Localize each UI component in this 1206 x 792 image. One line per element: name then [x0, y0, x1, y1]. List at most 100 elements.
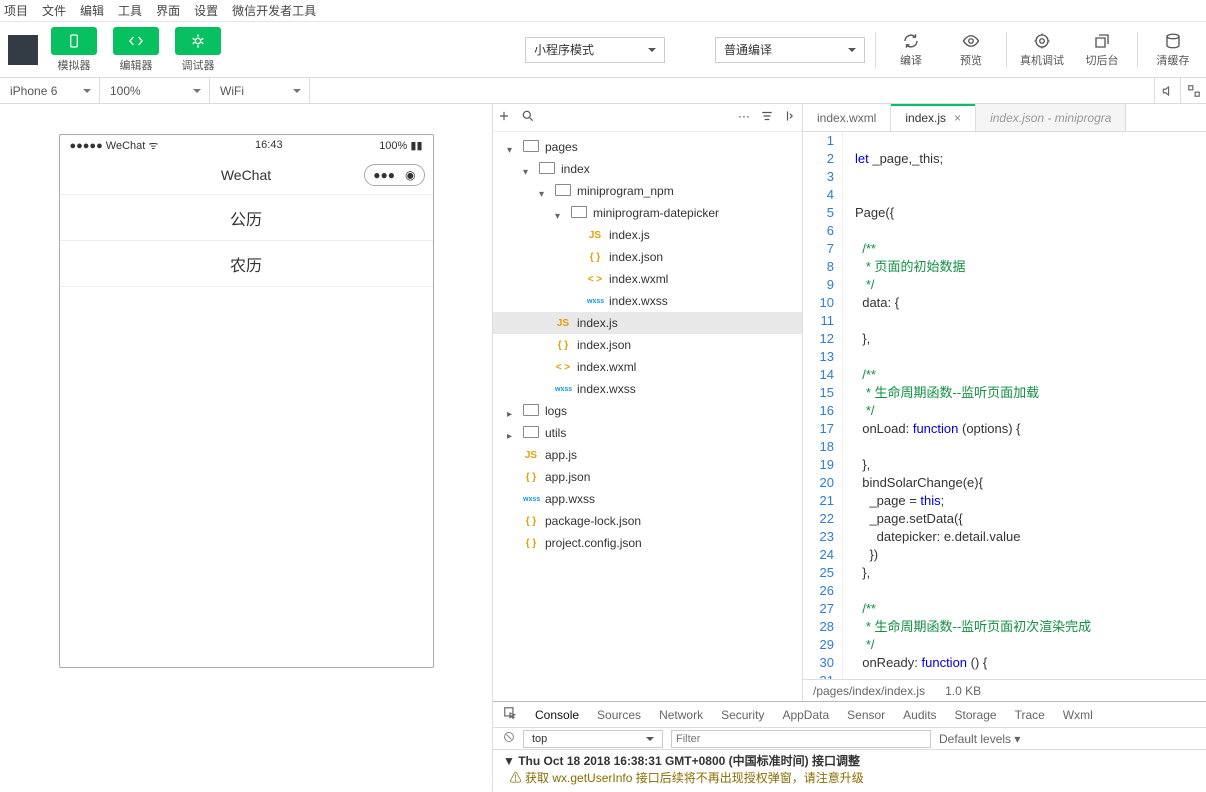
tree-node[interactable]: miniprogram_npm: [493, 180, 802, 202]
devtools-tab[interactable]: Console: [535, 708, 579, 722]
tree-node[interactable]: JSindex.js: [493, 224, 802, 246]
device-select[interactable]: iPhone 6: [0, 78, 100, 104]
editor-pane: index.wxmlindex.js×index.json - miniprog…: [803, 104, 1206, 792]
tree-node[interactable]: miniprogram-datepicker: [493, 202, 802, 224]
menu-item[interactable]: 文件: [42, 2, 66, 19]
menu-item[interactable]: 项目: [4, 2, 28, 19]
menu-item[interactable]: 编辑: [80, 2, 104, 19]
levels-select[interactable]: Default levels ▾: [939, 732, 1020, 746]
tree-node[interactable]: pages: [493, 136, 802, 158]
chevron-icon[interactable]: [523, 164, 533, 174]
menu-item[interactable]: 微信开发者工具: [232, 2, 316, 19]
collapse-icon[interactable]: [784, 109, 798, 126]
editor-tab[interactable]: index.js×: [891, 104, 976, 131]
editor-tab[interactable]: index.json - miniprogra: [976, 104, 1126, 131]
tree-node[interactable]: { }package-lock.json: [493, 510, 802, 532]
new-file-icon[interactable]: [497, 109, 511, 126]
settings-icon[interactable]: [760, 109, 774, 126]
simulator-label: 模拟器: [58, 57, 91, 73]
devtools-tab[interactable]: Security: [721, 708, 764, 722]
file-tree[interactable]: pagesindexminiprogram_npmminiprogram-dat…: [493, 132, 802, 792]
console-output[interactable]: ▼ Thu Oct 18 2018 16:38:31 GMT+0800 (中国标…: [493, 750, 1206, 792]
target-icon[interactable]: ◉: [405, 168, 415, 182]
filter-input[interactable]: [671, 730, 931, 748]
wxml-icon: < >: [587, 274, 603, 285]
zoom-select[interactable]: 100%: [100, 78, 210, 104]
nav-title: WeChat: [221, 167, 271, 183]
chevron-icon[interactable]: [539, 186, 549, 196]
network-select[interactable]: WiFi: [210, 78, 310, 104]
tree-label: app.json: [545, 470, 590, 484]
capsule-menu[interactable]: ●●● ◉: [364, 164, 424, 186]
menu-item[interactable]: 界面: [156, 2, 180, 19]
tree-label: index.json: [609, 250, 663, 264]
zoom-label: 100%: [110, 84, 141, 98]
devtools-tab[interactable]: Trace: [1015, 708, 1045, 722]
tree-label: index.wxss: [609, 294, 668, 308]
devtools-tab[interactable]: Sources: [597, 708, 641, 722]
chevron-icon[interactable]: [507, 406, 517, 416]
menu-item[interactable]: 设置: [194, 2, 218, 19]
tree-node[interactable]: JSapp.js: [493, 444, 802, 466]
chevron-icon[interactable]: [555, 208, 565, 218]
tree-node[interactable]: wxssapp.wxss: [493, 488, 802, 510]
menu-item[interactable]: 工具: [118, 2, 142, 19]
mode-select-label: 小程序模式: [534, 41, 594, 58]
chevron-icon[interactable]: [507, 142, 517, 152]
avatar[interactable]: [8, 35, 38, 65]
code-content[interactable]: let _page,_this; Page({ /** * 页面的初始数据 */…: [843, 132, 1206, 679]
simulator-subbar: iPhone 6 100% WiFi: [0, 78, 1206, 104]
compile-select-label: 普通编译: [724, 41, 772, 58]
tree-node[interactable]: wxssindex.wxss: [493, 290, 802, 312]
folder-icon: [523, 404, 539, 419]
debugger-button[interactable]: 调试器: [172, 27, 224, 73]
devtools-tab[interactable]: Storage: [955, 708, 997, 722]
console-filter-bar: top Default levels ▾: [493, 728, 1206, 750]
tree-node[interactable]: { }app.json: [493, 466, 802, 488]
compile-select[interactable]: 普通编译: [715, 37, 865, 63]
search-icon[interactable]: [521, 109, 535, 126]
editor-statusline: /pages/index/index.js 1.0 KB: [803, 679, 1206, 701]
tree-node[interactable]: { }project.config.json: [493, 532, 802, 554]
preview-button[interactable]: 预览: [946, 32, 996, 68]
preview-label: 预览: [960, 52, 982, 68]
popout-icon[interactable]: [1180, 78, 1206, 104]
tree-node[interactable]: logs: [493, 400, 802, 422]
devtools-tab[interactable]: Sensor: [847, 708, 885, 722]
devtools-tab[interactable]: AppData: [782, 708, 829, 722]
device-label: iPhone 6: [10, 84, 57, 98]
tree-node[interactable]: utils: [493, 422, 802, 444]
background-button[interactable]: 切后台: [1077, 32, 1127, 68]
js-icon: JS: [523, 450, 539, 461]
context-select[interactable]: top: [523, 730, 663, 748]
background-label: 切后台: [1086, 52, 1119, 68]
remote-debug-button[interactable]: 真机调试: [1017, 32, 1067, 68]
clear-icon[interactable]: [503, 731, 515, 746]
devtools-tab[interactable]: Wxml: [1063, 708, 1093, 722]
more-icon[interactable]: ●●●: [373, 168, 395, 182]
tree-node[interactable]: { }index.json: [493, 246, 802, 268]
chevron-icon[interactable]: [507, 428, 517, 438]
tree-node[interactable]: wxssindex.wxss: [493, 378, 802, 400]
solar-cell[interactable]: 公历: [60, 195, 433, 241]
close-icon[interactable]: ×: [954, 111, 961, 125]
devtools-tab[interactable]: Network: [659, 708, 703, 722]
editor-tab[interactable]: index.wxml: [803, 104, 891, 131]
mute-icon[interactable]: [1154, 78, 1180, 104]
devtools-tab[interactable]: Audits: [903, 708, 936, 722]
tree-node[interactable]: < >index.wxml: [493, 356, 802, 378]
tree-node[interactable]: index: [493, 158, 802, 180]
clear-cache-button[interactable]: 清缓存: [1148, 32, 1198, 68]
wxss-icon: wxss: [523, 496, 539, 503]
tree-node[interactable]: { }index.json: [493, 334, 802, 356]
tree-node[interactable]: JSindex.js: [493, 312, 802, 334]
simulator-button[interactable]: 模拟器: [48, 27, 100, 73]
editor-button[interactable]: 编辑器: [110, 27, 162, 73]
more-icon[interactable]: ···: [738, 109, 750, 126]
inspect-icon[interactable]: [503, 706, 517, 723]
code-editor[interactable]: 1234567891011121314151617181920212223242…: [803, 132, 1206, 679]
tree-node[interactable]: < >index.wxml: [493, 268, 802, 290]
lunar-cell[interactable]: 农历: [60, 241, 433, 287]
mode-select[interactable]: 小程序模式: [525, 37, 665, 63]
compile-button[interactable]: 编译: [886, 32, 936, 68]
